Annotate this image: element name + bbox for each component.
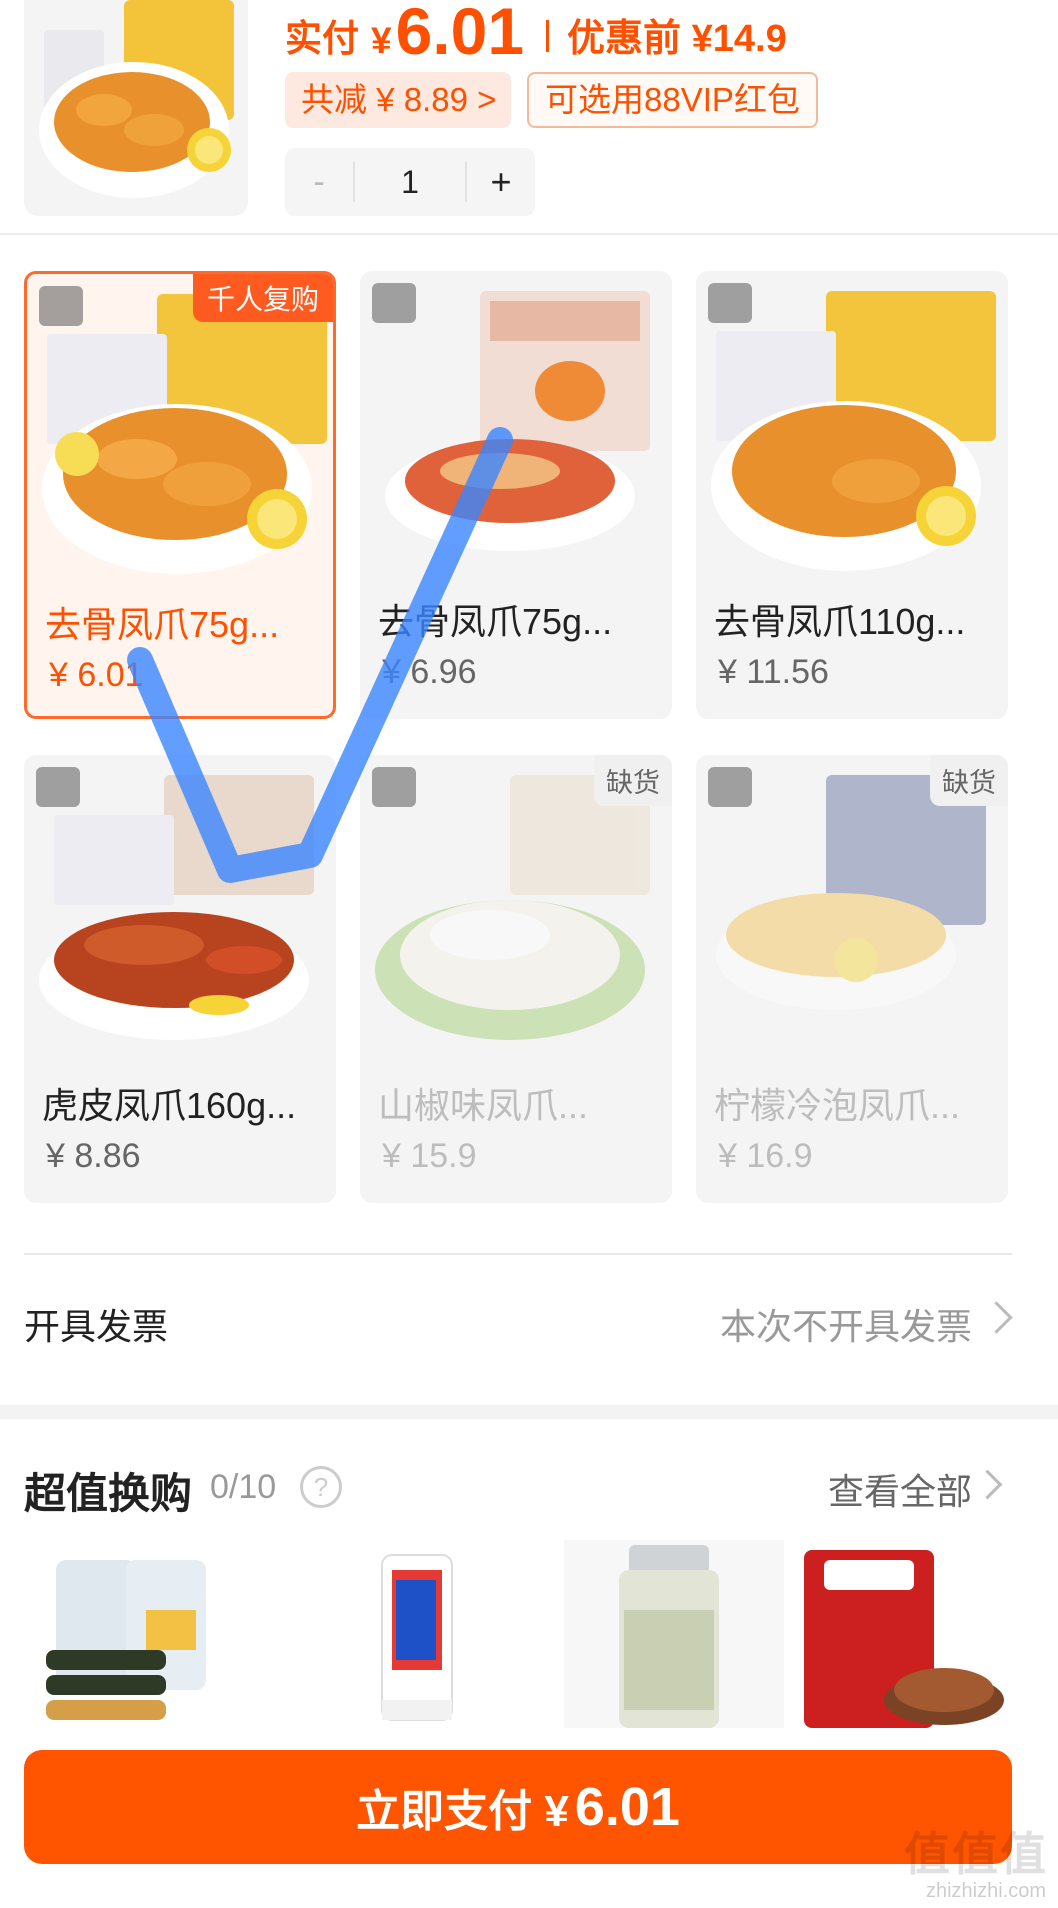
exchange-item-seasoning-jar[interactable]	[564, 1540, 784, 1728]
chevron-right-icon	[972, 1469, 1003, 1500]
price-divider	[546, 20, 550, 52]
pay-now-label: 立即支付 ¥	[356, 1787, 569, 1836]
exchange-item-toothpaste[interactable]	[300, 1540, 520, 1728]
sku-name: 去骨凤爪75g...	[45, 604, 280, 645]
paid-amount: 6.01	[395, 0, 525, 68]
watermark-url: zhizhizhi.com	[925, 1880, 1046, 1902]
invoice-row[interactable]: 开具发票 本次不开具发票	[24, 1290, 1013, 1354]
sku-name: 虎皮凤爪160g...	[42, 1085, 297, 1126]
quantity-stepper: - 1 +	[285, 148, 535, 216]
sku-price: ¥ 11.56	[718, 653, 829, 691]
decrease-button[interactable]: -	[285, 163, 353, 202]
exchange-item-brown-sugar[interactable]	[794, 1540, 1014, 1728]
original-price: 优惠前 ¥14.9	[567, 18, 787, 60]
sku-card[interactable]: 缺货 柠檬冷泡凤爪... ¥ 16.9	[696, 755, 1008, 1203]
chevron-right-icon	[980, 1301, 1013, 1334]
sku-price: ¥ 8.86	[46, 1137, 141, 1175]
section-gap	[0, 1405, 1058, 1419]
divider	[24, 1253, 1012, 1255]
help-icon[interactable]: ?	[300, 1466, 342, 1508]
exchange-items	[24, 1540, 1014, 1728]
exchange-count: 0/10	[210, 1468, 277, 1506]
product-thumbnail[interactable]	[24, 0, 248, 216]
expand-icon[interactable]	[708, 283, 752, 323]
discount-detail-chip[interactable]: 共减 ¥ 8.89 >	[285, 72, 511, 128]
paid-price-line: 实付 ¥ 6.01 优惠前 ¥14.9	[285, 0, 787, 68]
exchange-title: 超值换购	[24, 1470, 193, 1517]
out-of-stock-badge: 缺货	[594, 755, 672, 806]
product-summary: 实付 ¥ 6.01 优惠前 ¥14.9 共减 ¥ 8.89 > 可选用88VIP…	[0, 0, 1058, 235]
currency-symbol: ¥	[371, 20, 392, 61]
invoice-label: 开具发票	[24, 1306, 169, 1347]
expand-icon[interactable]	[39, 286, 83, 326]
sku-price: ¥ 6.01	[49, 656, 144, 694]
sku-price: ¥ 16.9	[718, 1137, 813, 1175]
quantity-value[interactable]: 1	[353, 162, 467, 202]
pay-now-button[interactable]: 立即支付 ¥ 6.01	[24, 1750, 1012, 1864]
sku-card[interactable]: 去骨凤爪75g... ¥ 6.96	[360, 271, 672, 719]
expand-icon[interactable]	[372, 767, 416, 807]
sku-card[interactable]: 虎皮凤爪160g... ¥ 8.86	[24, 755, 336, 1203]
sku-card[interactable]: 缺货 山椒味凤爪... ¥ 15.9	[360, 755, 672, 1203]
expand-icon[interactable]	[372, 283, 416, 323]
out-of-stock-badge: 缺货	[930, 755, 1008, 806]
sku-name: 山椒味凤爪...	[378, 1085, 589, 1126]
paid-label: 实付	[285, 18, 359, 59]
sku-price: ¥ 15.9	[382, 1137, 477, 1175]
vip-redpacket-chip[interactable]: 可选用88VIP红包	[527, 72, 818, 128]
sku-price: ¥ 6.96	[382, 653, 477, 691]
sku-card[interactable]: 千人复购 去骨凤爪75g... ¥ 6.01	[24, 271, 336, 719]
rebuy-badge: 千人复购	[192, 274, 333, 322]
invoice-value: 本次不开具发票	[719, 1306, 972, 1347]
sku-name: 柠檬冷泡凤爪...	[714, 1085, 961, 1126]
expand-icon[interactable]	[36, 767, 80, 807]
pay-now-amount: 6.01	[574, 1777, 680, 1837]
watermark-logo: 值值值	[904, 1828, 1048, 1880]
sku-card[interactable]: 去骨凤爪110g... ¥ 11.56	[696, 271, 1008, 719]
sku-name: 去骨凤爪110g...	[714, 601, 966, 642]
expand-icon[interactable]	[708, 767, 752, 807]
exchange-item-seaweed-rolls[interactable]	[36, 1540, 256, 1728]
view-all-link[interactable]: 查看全部	[828, 1463, 972, 1515]
increase-button[interactable]: +	[467, 161, 535, 203]
sku-name: 去骨凤爪75g...	[378, 601, 613, 642]
